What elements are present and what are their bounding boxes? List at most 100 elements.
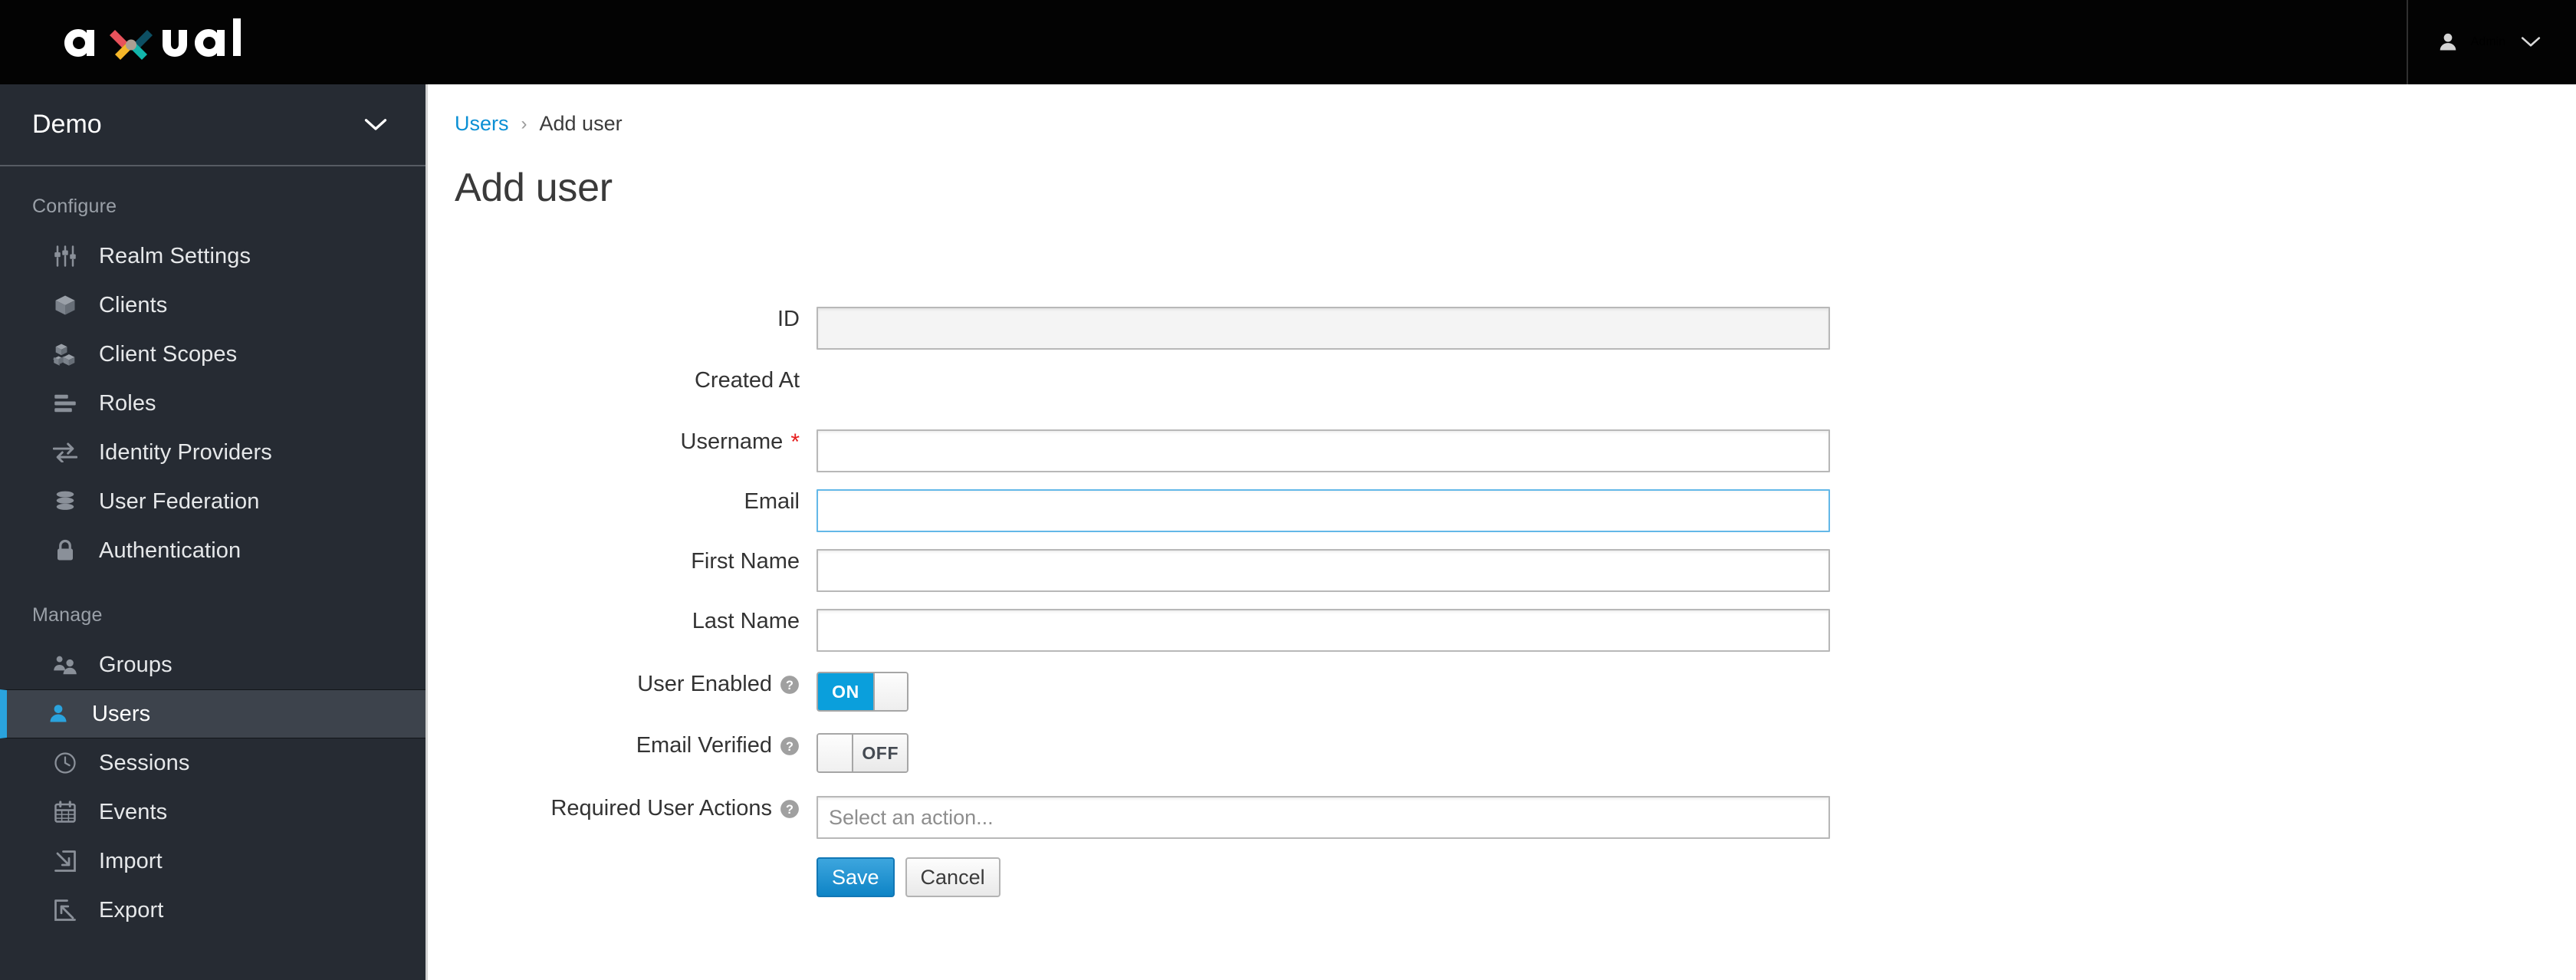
main-content: Users › Add user Add user ID Created At … [430, 84, 2576, 980]
sidebar-item-label: Import [99, 848, 163, 873]
sidebar-item-label: Roles [99, 390, 156, 416]
svg-text:?: ? [786, 739, 794, 753]
username-input[interactable] [816, 429, 1830, 472]
email-field-wrap [816, 489, 1830, 532]
form-row-username: Username * [430, 429, 2576, 489]
sidebar-item-sessions[interactable]: Sessions [0, 738, 426, 788]
toggle-knob [872, 673, 907, 710]
required-user-actions-label-text: Required User Actions [550, 796, 772, 821]
email-input[interactable] [816, 489, 1830, 532]
question-circle-icon[interactable]: ? [780, 675, 800, 695]
form-row-required-user-actions: Required User Actions ? [430, 796, 2576, 857]
last-name-input[interactable] [816, 609, 1830, 652]
nav-section-title-manage: Manage [32, 604, 103, 626]
question-circle-icon[interactable]: ? [780, 799, 800, 819]
brand-logo[interactable] [0, 0, 428, 84]
toggle-on-label: ON [818, 673, 873, 710]
breadcrumb-current: Add user [539, 112, 623, 135]
first-name-label: First Name [691, 549, 800, 574]
username-label: Username * [430, 429, 816, 455]
required-user-actions-input[interactable] [816, 796, 1830, 839]
sidebar-item-user-federation[interactable]: User Federation [0, 477, 426, 526]
svg-text:?: ? [786, 802, 794, 816]
realm-name-label: Demo [32, 110, 102, 139]
sidebar-item-import[interactable]: Import [0, 837, 426, 886]
sidebar-item-client-scopes[interactable]: Client Scopes [0, 330, 426, 379]
user-icon [2440, 33, 2456, 51]
sidebar-item-label: Events [99, 799, 168, 824]
export-arrow-icon [51, 899, 79, 922]
calendar-icon [51, 801, 79, 824]
sidebar-item-identity-providers[interactable]: Identity Providers [0, 428, 426, 477]
admin-menu-button[interactable]: Admin [2437, 31, 2541, 54]
breadcrumb-users-link[interactable]: Users [455, 112, 509, 136]
sidebar-item-label: User Federation [99, 488, 260, 514]
sidebar-item-events[interactable]: Events [0, 788, 426, 837]
form-row-last-name: Last Name [430, 609, 2576, 672]
nav-section-title-configure: Configure [32, 196, 117, 217]
sidebar-item-label: Export [99, 897, 164, 922]
form-row-created-at: Created At [430, 368, 2576, 429]
username-label-text: Username [680, 429, 784, 454]
last-name-label: Last Name [692, 609, 800, 633]
sidebar-item-label: Sessions [99, 750, 190, 775]
toggle-knob [818, 735, 854, 771]
realm-selector[interactable]: Demo [0, 84, 426, 166]
admin-name-label: Admin [2470, 35, 2505, 48]
form-row-email: Email [430, 489, 2576, 549]
top-bar: Admin [0, 0, 2576, 84]
chevron-down-icon [2521, 37, 2541, 47]
sidebar-item-label: Client Scopes [99, 341, 238, 367]
user-enabled-label: User Enabled ? [430, 672, 816, 697]
sidebar-item-label: Groups [99, 652, 172, 677]
email-verified-toggle[interactable]: OFF [816, 733, 909, 773]
user-enabled-toggle[interactable]: ON [816, 672, 909, 712]
form-row-user-enabled: User Enabled ? ON [430, 672, 2576, 733]
breadcrumb: Users › Add user [430, 84, 2576, 136]
required-marker: * [790, 429, 800, 455]
sidebar-item-authentication[interactable]: Authentication [0, 526, 426, 575]
created-at-label: Created At [694, 368, 800, 393]
id-label: ID [777, 307, 800, 331]
sidebar-item-label: Realm Settings [99, 243, 251, 268]
topbar-divider [2406, 0, 2408, 84]
username-field-wrap [816, 429, 1830, 472]
exchange-arrows-icon [51, 442, 79, 462]
sliders-icon [51, 245, 79, 268]
sidebar-item-label: Identity Providers [99, 439, 272, 465]
sidebar-item-roles[interactable]: Roles [0, 379, 426, 428]
last-name-field-wrap [816, 609, 1830, 652]
required-user-actions-field-wrap [816, 796, 1830, 839]
sidebar-item-export[interactable]: Export [0, 886, 426, 935]
sidebar-item-realm-settings[interactable]: Realm Settings [0, 232, 426, 281]
sidebar-item-users[interactable]: Users [0, 689, 426, 738]
question-circle-icon[interactable]: ? [780, 736, 800, 756]
axual-logo [55, 17, 285, 67]
breadcrumb-separator: › [521, 113, 527, 134]
cancel-button[interactable]: Cancel [905, 857, 1001, 897]
chevron-down-icon [364, 118, 387, 130]
form-buttons: Save Cancel [816, 857, 1001, 897]
form-row-first-name: First Name [430, 549, 2576, 609]
sidebar-item-label: Clients [99, 292, 168, 317]
axual-wordmark-icon [64, 18, 241, 60]
user-icon [44, 702, 72, 725]
sidebar-item-groups[interactable]: Groups [0, 640, 426, 689]
add-user-form: ID Created At Username * Email First Nam… [430, 307, 2576, 897]
database-icon [51, 490, 79, 513]
first-name-input[interactable] [816, 549, 1830, 592]
toggle-off-label: OFF [853, 735, 907, 771]
required-user-actions-label: Required User Actions ? [430, 796, 816, 821]
email-label: Email [744, 489, 800, 514]
sidebar-item-clients[interactable]: Clients [0, 281, 426, 330]
page-title: Add user [455, 166, 613, 210]
id-input [816, 307, 1830, 350]
save-button[interactable]: Save [816, 857, 895, 897]
email-verified-label-text: Email Verified [636, 733, 772, 758]
topbar-right: Admin [2406, 0, 2576, 84]
lock-icon [51, 539, 79, 562]
sidebar-item-label: Users [92, 701, 151, 726]
form-row-email-verified: Email Verified ? OFF [430, 733, 2576, 796]
email-verified-field-wrap: OFF [816, 733, 909, 773]
form-row-id: ID [430, 307, 2576, 368]
